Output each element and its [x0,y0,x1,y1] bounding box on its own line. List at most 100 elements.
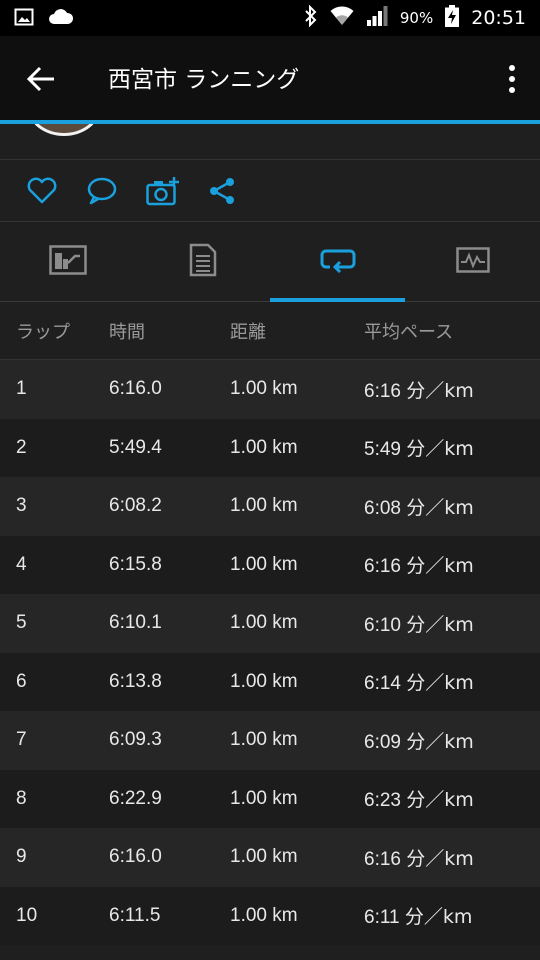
pace-unit: 分／km [406,555,474,578]
pace-value: 6:14 [364,673,401,695]
lap-time: 6:16.0 [109,846,162,868]
lap-pace: 6:10 分／km [364,610,474,637]
pace-unit: 分／km [406,730,474,753]
pace-value: 6:09 [364,731,401,753]
share-icon[interactable] [206,176,238,206]
lap-pace: 6:16 分／km [364,376,474,403]
bluetooth-icon [304,4,318,31]
pace-unit: 分／km [406,613,474,636]
header-lap: ラップ [16,321,70,343]
table-row[interactable]: 6 6:13.8 1.00 km 6:14 分／km [0,652,540,711]
table-row[interactable]: 1 6:16.0 1.00 km 6:16 分／km [0,360,540,419]
lap-pace: 6:23 分／km [364,785,474,812]
pace-unit: 分／km [404,906,473,929]
table-row[interactable]: 7 6:09.3 1.00 km 6:09 分／km [0,711,540,770]
table-row[interactable]: 9 6:16.0 1.00 km 6:16 分／km [0,828,540,887]
tab-details[interactable] [135,222,270,302]
lap-time: 6:16.0 [109,378,162,400]
image-icon [14,7,34,31]
lap-number: 1 [16,378,27,400]
clock: 20:51 [471,7,526,29]
avatar[interactable] [28,124,100,136]
table-row[interactable]: 4 6:15.8 1.00 km 6:16 分／km [0,535,540,594]
lap-distance: 1.00 km [230,670,298,692]
add-photo-icon[interactable] [146,176,179,206]
lap-time: 6:11.5 [109,904,161,926]
wifi-icon [330,6,354,30]
pace-unit: 分／km [406,379,474,402]
battery-charging-icon [445,5,460,31]
lap-time: 5:49.4 [109,436,162,458]
table-row[interactable]: 5 6:10.1 1.00 km 6:10 分／km [0,594,540,653]
lap-number: 5 [16,612,27,634]
app-bar: 西宮市 ランニング [0,36,540,120]
page-title: 西宮市 ランニング [108,67,300,93]
lap-time: 6:10.1 [109,612,162,634]
lap-distance: 1.00 km [230,612,298,634]
pace-unit: 分／km [406,496,474,519]
chart-summary-icon [48,245,87,279]
lap-distance: 1.00 km [230,787,298,809]
lap-pace: 6:16 分／km [364,844,474,871]
activity-tabs [0,222,540,302]
action-bar [0,160,540,222]
lap-time: 6:13.8 [109,670,162,692]
document-icon [189,243,217,281]
pace-value: 5:49 [364,439,401,461]
lap-time: 6:22.9 [109,787,162,809]
tab-graphs[interactable] [405,222,540,302]
lap-distance: 1.00 km [230,553,298,575]
pace-value: 6:10 [364,614,401,636]
lap-number: 4 [16,553,27,575]
lap-pace: 6:08 分／km [364,493,474,520]
lap-pace: 6:11 分／km [364,902,472,929]
lap-number: 10 [16,904,38,926]
header-distance: 距離 [230,321,266,343]
lap-time: 6:09.3 [109,729,162,751]
profile-strip [0,124,540,160]
activity-graph-icon [455,247,490,277]
cloud-icon [48,8,74,30]
pace-unit: 分／km [406,438,474,461]
lap-number: 9 [16,846,27,868]
lap-time: 6:15.8 [109,553,162,575]
pace-value: 6:16 [364,380,401,402]
back-arrow-icon[interactable] [26,64,56,94]
table-row[interactable]: 8 6:22.9 1.00 km 6:23 分／km [0,769,540,828]
lap-distance: 1.00 km [230,495,298,517]
battery-percent: 90% [399,9,434,27]
lap-pace: 6:16 分／km [364,551,474,578]
lap-time: 6:08.2 [109,495,162,517]
lap-number: 6 [16,670,27,692]
laps-table: ラップ 時間 距離 平均ペース 1 6:16.0 1.00 km 6:16 分／km 2… [0,302,540,945]
lap-distance: 1.00 km [230,729,298,751]
pace-unit: 分／km [406,672,474,695]
lap-distance: 1.00 km [230,378,298,400]
pace-value: 6:23 [364,790,401,812]
laps-loop-icon [320,247,356,277]
signal-icon [366,6,388,30]
lap-pace: 6:09 分／km [364,727,474,754]
more-vert-icon[interactable] [506,64,518,94]
header-avg-pace: 平均ペース [364,321,454,343]
pace-value: 6:11 [364,907,400,929]
tab-laps[interactable] [270,222,405,302]
comment-icon[interactable] [86,176,118,206]
lap-number: 2 [16,436,27,458]
lap-distance: 1.00 km [230,436,298,458]
table-row[interactable]: 3 6:08.2 1.00 km 6:08 分／km [0,477,540,536]
like-heart-icon[interactable] [26,176,58,206]
tab-overview[interactable] [0,222,135,302]
pace-value: 6:16 [364,848,401,870]
header-time: 時間 [109,321,145,343]
pace-unit: 分／km [406,847,474,870]
pace-value: 6:16 [364,556,401,578]
table-row[interactable]: 2 5:49.4 1.00 km 5:49 分／km [0,418,540,477]
lap-distance: 1.00 km [230,846,298,868]
lap-pace: 5:49 分／km [364,434,474,461]
lap-number: 7 [16,729,27,751]
table-row[interactable]: 10 6:11.5 1.00 km 6:11 分／km [0,886,540,945]
lap-number: 8 [16,787,27,809]
pace-value: 6:08 [364,497,401,519]
status-bar: 90% 20:51 [0,0,540,36]
